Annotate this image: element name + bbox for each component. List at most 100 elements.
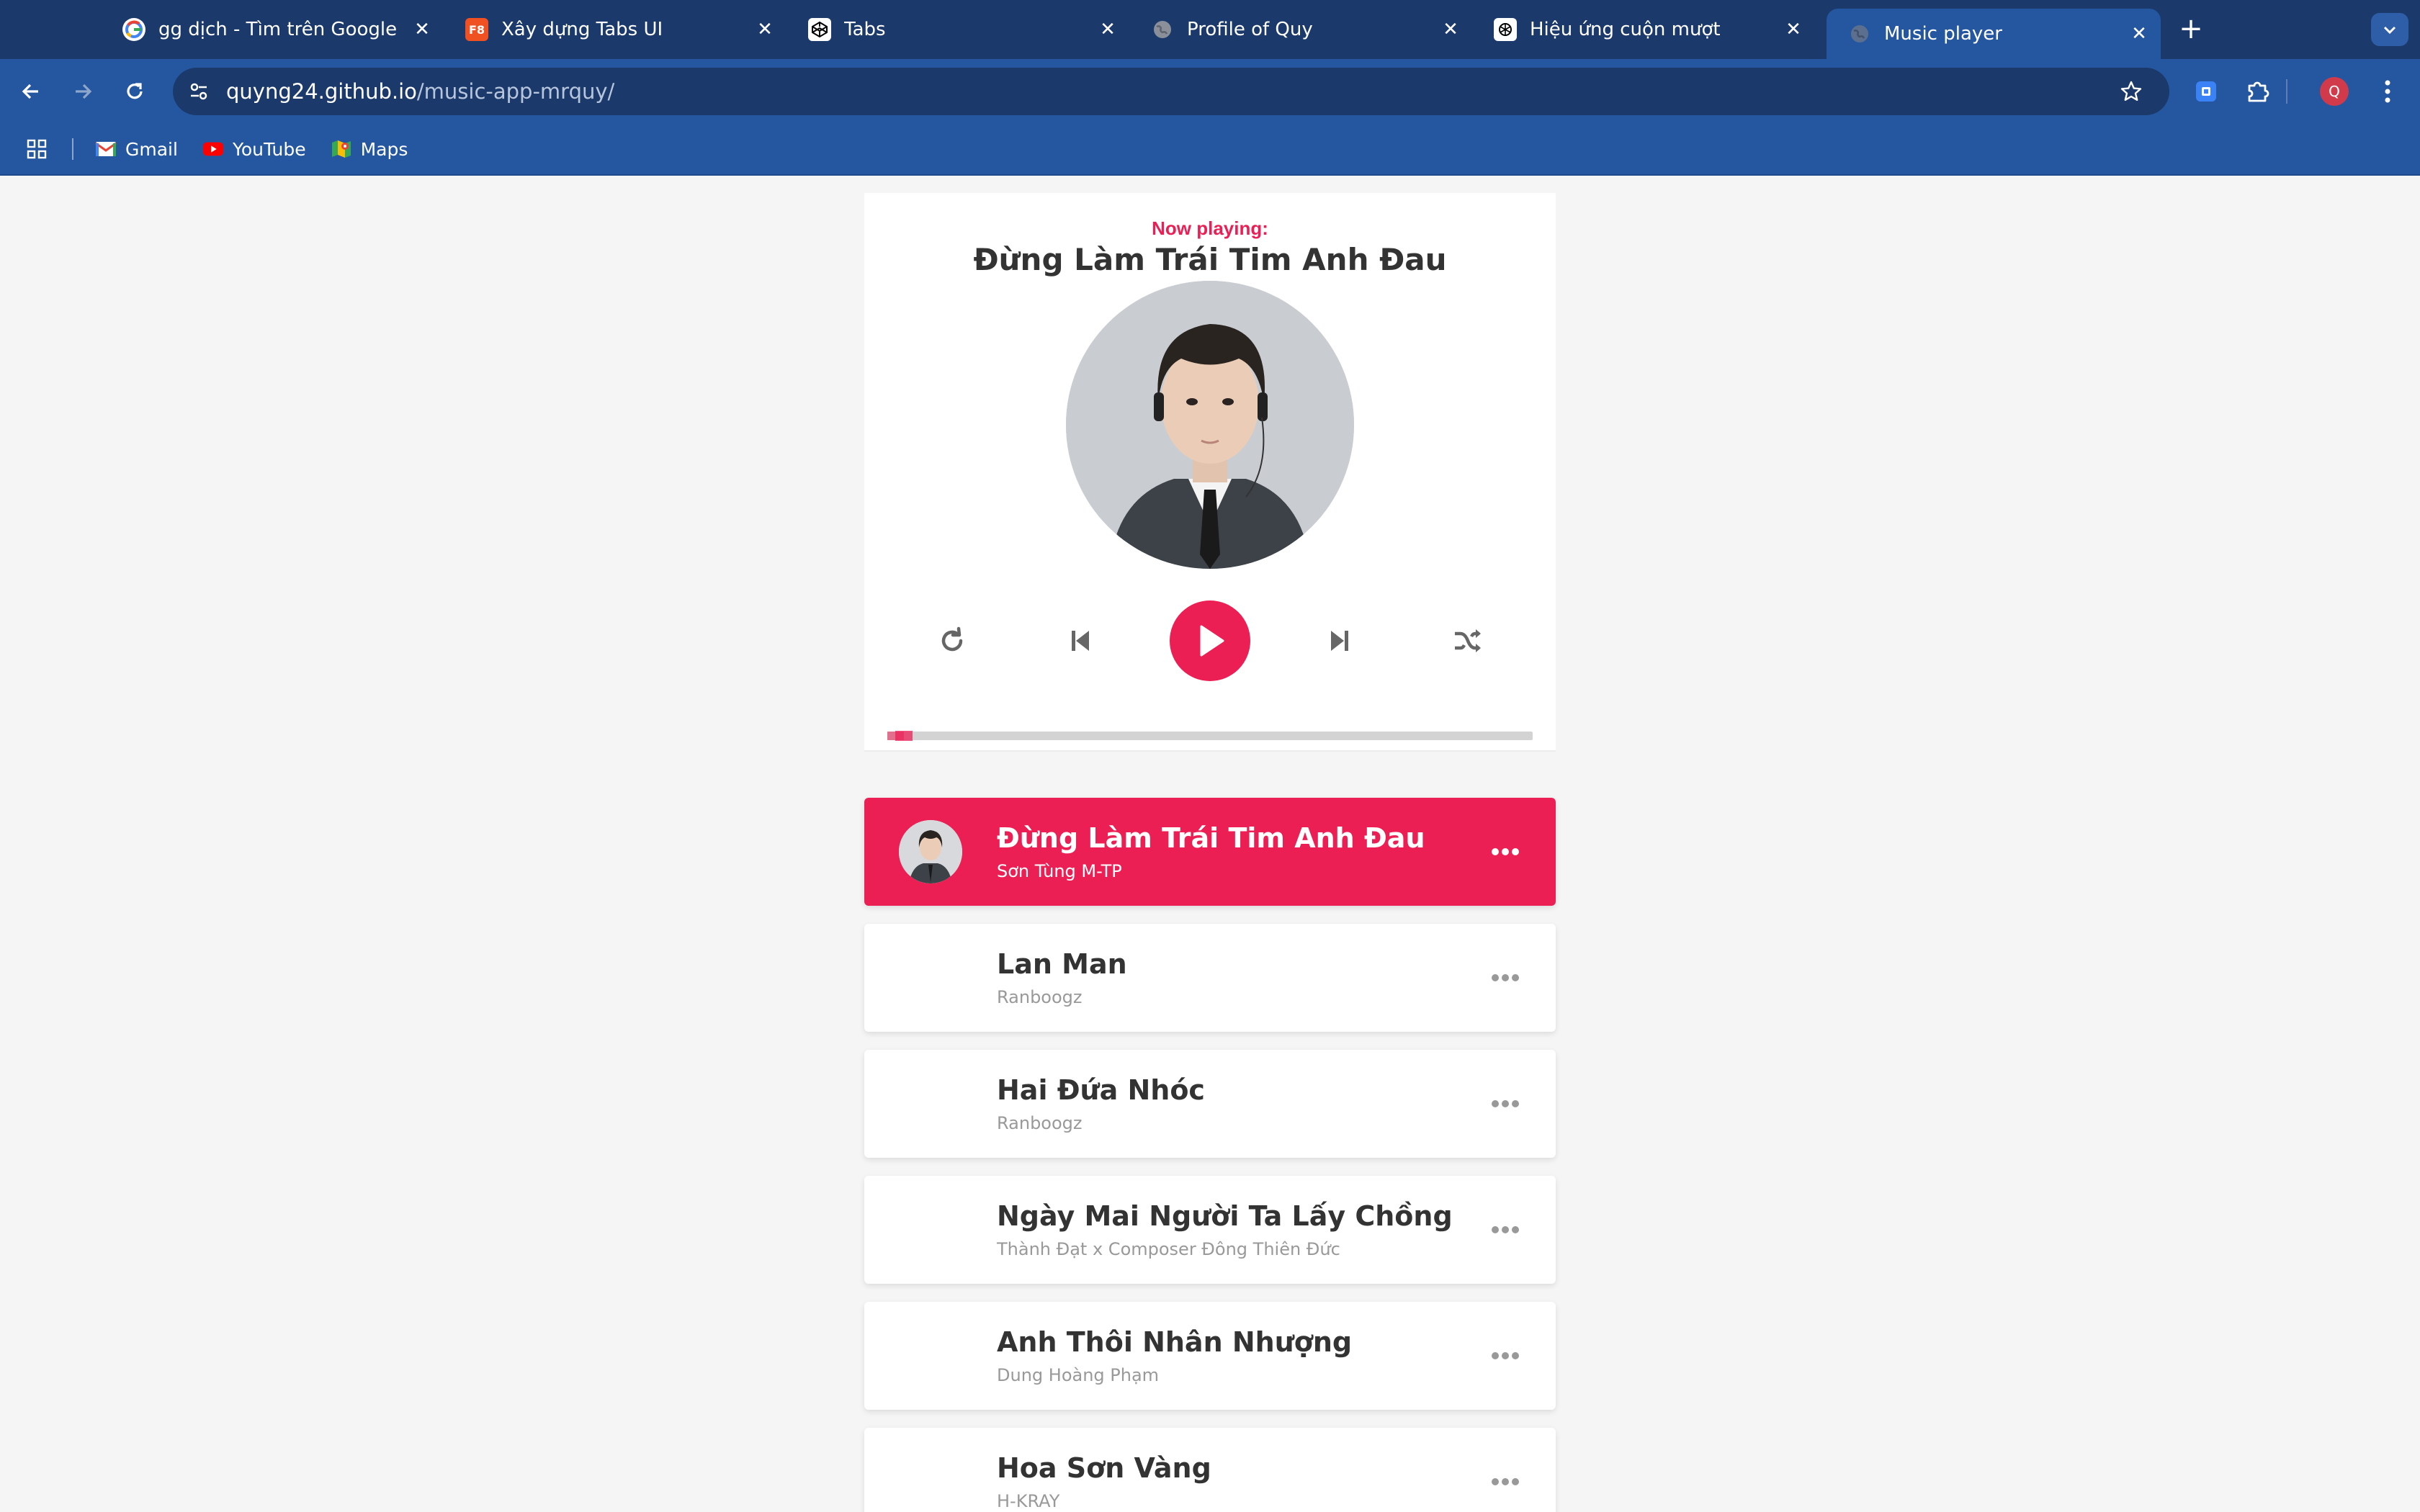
tab-strip: gg dịch - Tìm trên Google ✕ F8 Xây dựng …	[0, 0, 2420, 59]
chatgpt-icon	[1494, 18, 1517, 41]
bookmark-label: Maps	[360, 138, 408, 160]
bookmarks-bar: Gmail YouTube Maps	[0, 124, 2420, 176]
song-item[interactable]: Ngày Mai Người Ta Lấy Chồng Thành Đạt x C…	[864, 1176, 1556, 1284]
back-button[interactable]	[13, 73, 49, 109]
google-icon	[122, 18, 145, 41]
next-icon	[1331, 631, 1348, 651]
close-icon[interactable]: ✕	[1436, 15, 1465, 44]
tab-title: Hiệu ứng cuộn mượt	[1530, 19, 1721, 40]
song-title: Hai Đứa Nhóc	[997, 1074, 1205, 1106]
more-horizontal-icon	[1492, 974, 1519, 981]
tab-google-translate[interactable]: gg dịch - Tìm trên Google ✕	[101, 9, 444, 50]
current-song-title: Đừng Làm Trái Tim Anh Đau	[973, 242, 1447, 277]
page-content: Now playing: Đừng Làm Trái Tim Anh Đau Đ…	[0, 176, 2420, 1512]
song-options-button[interactable]	[1484, 1465, 1527, 1498]
song-item-active[interactable]: Đừng Làm Trái Tim Anh Đau Sơn Tùng M-TP	[864, 798, 1556, 906]
next-button[interactable]	[1311, 612, 1368, 670]
play-button[interactable]	[1170, 600, 1250, 681]
youtube-icon	[202, 138, 224, 160]
globe-icon	[1151, 18, 1174, 41]
song-author: Ranboogz	[997, 987, 1083, 1007]
song-author: H-KRAY	[997, 1491, 1060, 1511]
tab-title: Xây dựng Tabs UI	[501, 19, 663, 40]
cd-thumbnail	[1066, 281, 1354, 569]
tab-title: Tabs	[844, 19, 886, 40]
more-horizontal-icon	[1492, 1352, 1519, 1359]
play-icon	[1200, 625, 1224, 657]
song-thumbnail	[899, 1072, 962, 1135]
tab-search-button[interactable]	[2371, 13, 2408, 46]
shuffle-button[interactable]	[1439, 612, 1497, 670]
forward-button[interactable]	[65, 73, 101, 109]
song-title: Anh Thôi Nhân Nhượng	[997, 1326, 1353, 1358]
apps-grid-icon	[27, 139, 47, 159]
song-options-button[interactable]	[1484, 1339, 1527, 1372]
song-options-button[interactable]	[1484, 1087, 1527, 1120]
more-horizontal-icon	[1492, 848, 1519, 855]
more-horizontal-icon	[1492, 1226, 1519, 1233]
profile-initial: Q	[2320, 77, 2349, 106]
apps-button[interactable]	[26, 138, 48, 160]
repeat-icon	[941, 626, 963, 652]
browser-chrome: gg dịch - Tìm trên Google ✕ F8 Xây dựng …	[0, 0, 2420, 176]
profile-avatar[interactable]: Q	[2318, 75, 2351, 108]
song-options-button[interactable]	[1484, 835, 1527, 868]
song-options-button[interactable]	[1484, 1213, 1527, 1246]
toolbar-divider	[2286, 79, 2287, 104]
playlist: Đừng Làm Trái Tim Anh Đau Sơn Tùng M-TP La…	[864, 798, 1556, 1512]
tab-hieu-ung-cuon-muot[interactable]: Hiệu ứng cuộn mượt ✕	[1472, 9, 1815, 50]
song-thumbnail	[899, 820, 962, 883]
song-item[interactable]: Hai Đứa Nhóc Ranboogz	[864, 1050, 1556, 1158]
song-item[interactable]: Anh Thôi Nhân Nhượng Dung Hoàng Phạm	[864, 1302, 1556, 1410]
bookmarks-divider	[72, 138, 73, 160]
song-author: Dung Hoàng Phạm	[997, 1365, 1160, 1385]
close-icon[interactable]: ✕	[750, 15, 779, 44]
more-horizontal-icon	[1492, 1478, 1519, 1485]
song-options-button[interactable]	[1484, 961, 1527, 994]
song-item[interactable]: Lan Man Ranboogz	[864, 924, 1556, 1032]
bookmark-label: YouTube	[232, 138, 306, 160]
player-dashboard: Now playing: Đừng Làm Trái Tim Anh Đau	[864, 193, 1556, 752]
address-bar[interactable]: quyng24.github.io/music-app-mrquy/	[173, 68, 2169, 115]
bookmark-maps[interactable]: Maps	[331, 138, 408, 160]
progress-bar[interactable]	[887, 731, 1533, 741]
tab-xay-dung-tabs[interactable]: F8 Xây dựng Tabs UI ✕	[444, 9, 786, 50]
tab-title: Profile of Quy	[1187, 19, 1313, 40]
more-horizontal-icon	[1492, 1100, 1519, 1107]
shuffle-icon	[1455, 629, 1481, 652]
reload-icon	[127, 83, 143, 99]
maps-icon	[331, 138, 352, 160]
song-thumbnail	[899, 946, 962, 1009]
extension-blue-icon[interactable]	[2190, 75, 2223, 108]
bookmark-youtube[interactable]: YouTube	[202, 138, 306, 160]
bookmark-label: Gmail	[125, 138, 178, 160]
song-author: Sơn Tùng M-TP	[997, 861, 1122, 881]
bookmark-gmail[interactable]: Gmail	[95, 138, 178, 160]
repeat-button[interactable]	[923, 612, 981, 670]
tab-music-player[interactable]: Music player ✕	[1827, 9, 2161, 59]
song-item[interactable]: Hoa Sơn Vàng H-KRAY	[864, 1428, 1556, 1512]
bookmark-star-icon[interactable]	[2116, 76, 2146, 107]
close-icon[interactable]: ✕	[1093, 15, 1122, 44]
close-icon[interactable]: ✕	[1779, 15, 1808, 44]
prev-button[interactable]	[1052, 612, 1109, 670]
song-thumbnail	[899, 1450, 962, 1512]
new-tab-button[interactable]: +	[2175, 12, 2207, 45]
browser-menu-button[interactable]	[2371, 75, 2404, 108]
progress-thumb[interactable]	[895, 731, 913, 741]
f8-icon: F8	[465, 18, 488, 41]
extensions-puzzle-icon[interactable]	[2241, 75, 2275, 108]
site-settings-icon[interactable]	[184, 77, 213, 106]
song-title: Ngày Mai Người Ta Lấy Chồng	[997, 1200, 1453, 1232]
codepen-icon	[808, 18, 831, 41]
close-icon[interactable]: ✕	[408, 15, 436, 44]
tab-title: Music player	[1884, 23, 2002, 45]
close-icon[interactable]: ✕	[2125, 19, 2154, 48]
now-playing-label: Now playing:	[1152, 217, 1268, 239]
tab-tabs[interactable]: Tabs ✕	[786, 9, 1129, 50]
url-path: /music-app-mrquy/	[416, 79, 615, 104]
arrow-left-icon	[22, 84, 38, 99]
tab-profile-of-quy[interactable]: Profile of Quy ✕	[1129, 9, 1472, 50]
reload-button[interactable]	[117, 73, 153, 109]
song-title: Hoa Sơn Vàng	[997, 1452, 1211, 1484]
